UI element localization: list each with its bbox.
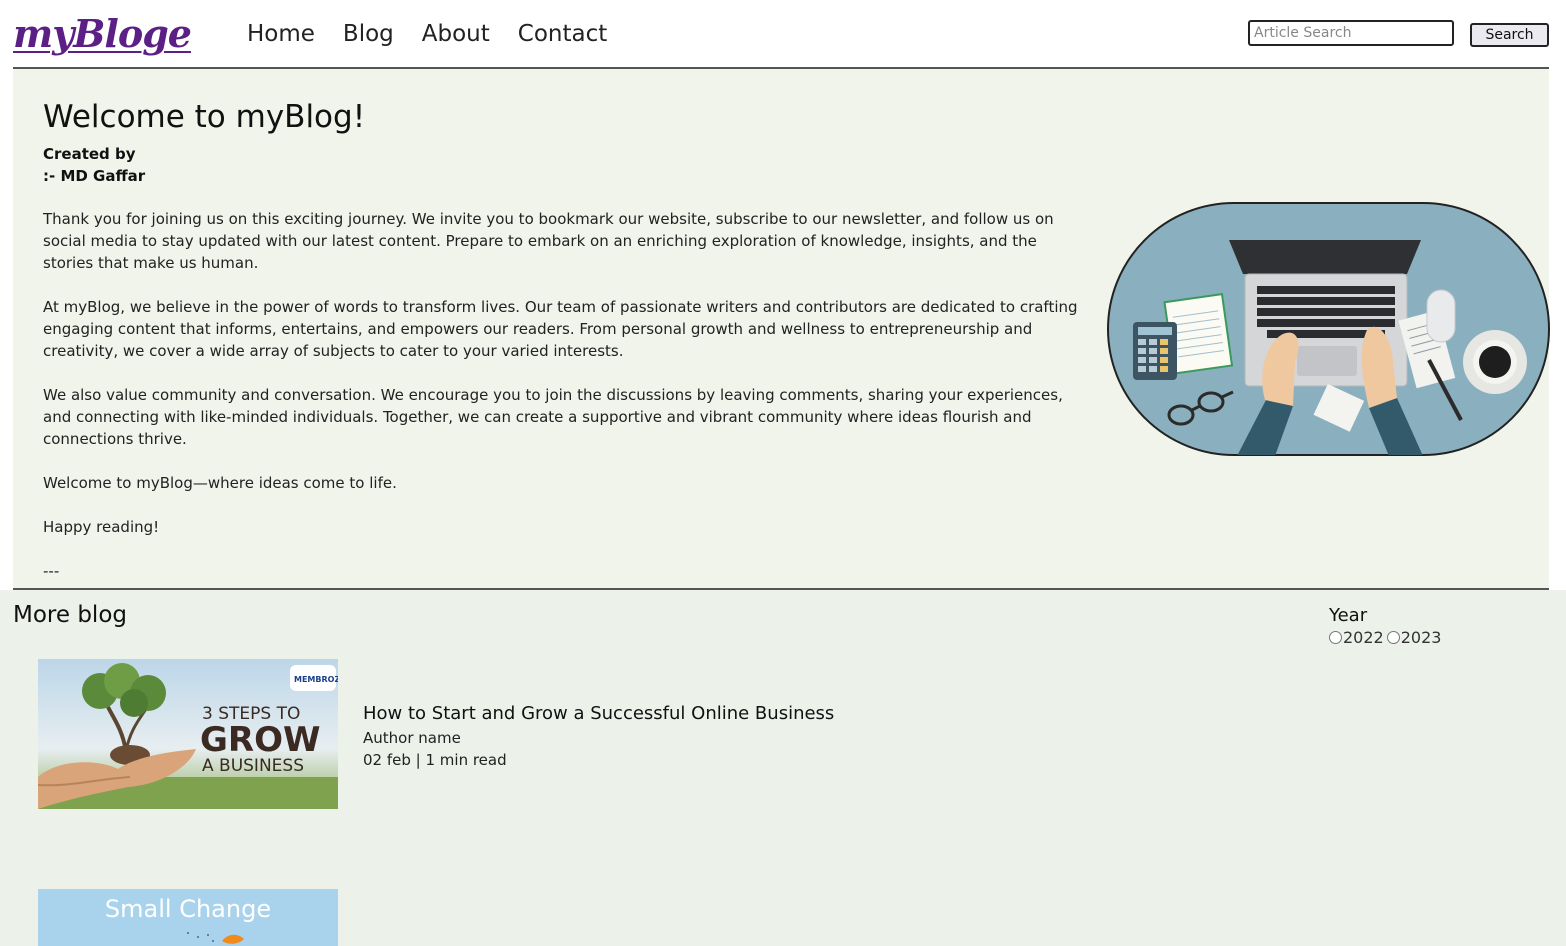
post-title[interactable]: How to Start and Grow a Successful Onlin…	[363, 703, 834, 724]
site-header: myBloge Home Blog About Contact Search	[0, 0, 1566, 68]
radio-2022[interactable]	[1329, 631, 1342, 644]
thumbnail-line3: A BUSINESS	[202, 756, 304, 776]
nav-home[interactable]: Home	[247, 17, 315, 51]
year-filter: Year 2022 2023	[1329, 604, 1441, 647]
thumbnail-line2: GROW	[200, 720, 321, 760]
year-option-2022[interactable]: 2022	[1329, 628, 1384, 647]
radio-2023[interactable]	[1386, 631, 1400, 644]
nav-about[interactable]: About	[422, 17, 490, 51]
article-search-input[interactable]	[1248, 20, 1454, 46]
author-name: :- MD Gaffar	[43, 167, 146, 185]
main-nav: Home Blog About Contact	[247, 17, 635, 51]
page-title: Welcome to myBlog!	[43, 99, 366, 135]
more-blog-section: More blog Year 2022 2023 MEMBROZ 3 STEPS…	[0, 590, 1566, 946]
search-button[interactable]: Search	[1470, 23, 1549, 47]
site-logo[interactable]: myBloge	[13, 6, 192, 62]
post-meta: 02 feb | 1 min read	[363, 751, 507, 769]
nav-contact[interactable]: Contact	[518, 17, 607, 51]
nav-blog[interactable]: Blog	[343, 17, 394, 51]
thumbnail-brand: MEMBROZ	[294, 675, 338, 684]
welcome-text: Thank you for joining us on this excitin…	[43, 208, 1083, 604]
paragraph: Thank you for joining us on this excitin…	[43, 210, 1054, 272]
created-by: Created by :- MD Gaffar	[43, 143, 145, 187]
post-thumbnail[interactable]: MEMBROZ 3 STEPS TO GROW A BUSINESS	[38, 659, 338, 809]
paragraph: Welcome to myBlog—where ideas come to li…	[43, 474, 397, 492]
year-option-label: 2022	[1343, 628, 1384, 647]
year-options: 2022 2023	[1329, 628, 1441, 647]
paragraph: At myBlog, we believe in the power of wo…	[43, 298, 1078, 360]
post-author: Author name	[363, 729, 461, 747]
year-option-label: 2023	[1400, 628, 1442, 647]
post-thumbnail[interactable]: Small Change	[38, 889, 338, 946]
welcome-section: Welcome to myBlog! Created by :- MD Gaff…	[13, 69, 1550, 588]
created-by-label: Created by	[43, 145, 136, 163]
paragraph: ---	[43, 562, 60, 580]
more-blog-heading: More blog	[13, 602, 127, 628]
year-option-2023[interactable]: 2023	[1386, 628, 1442, 647]
paragraph: Happy reading!	[43, 518, 160, 536]
year-filter-label: Year	[1329, 605, 1368, 626]
paragraph: We also value community and conversation…	[43, 386, 1063, 448]
thumbnail-title: Small Change	[105, 895, 271, 923]
workspace-illustration	[1107, 202, 1550, 456]
